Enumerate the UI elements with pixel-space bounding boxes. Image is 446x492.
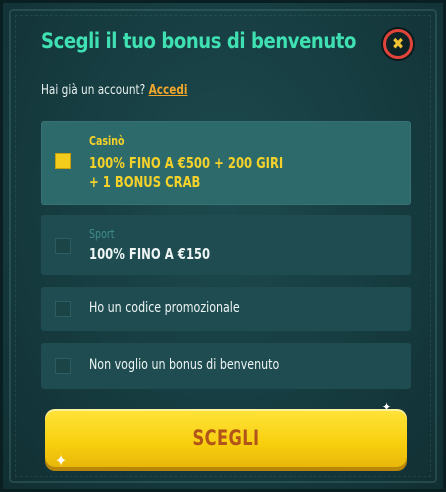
promo-code-checkbox[interactable] bbox=[55, 301, 71, 317]
no-bonus-checkbox[interactable] bbox=[55, 358, 71, 374]
casino-category-label: Casinò bbox=[89, 134, 125, 148]
choose-button[interactable]: SCEGLI bbox=[45, 409, 407, 467]
sparkle-icon: ✦ bbox=[55, 451, 68, 470]
option-no-bonus[interactable]: Non voglio un bonus di benvenuto bbox=[41, 343, 411, 389]
close-button[interactable]: ✖ bbox=[383, 29, 413, 59]
sport-category-label: Sport bbox=[89, 227, 115, 241]
close-icon: ✖ bbox=[391, 34, 405, 53]
casino-offer-line-2: + 1 BONUS CRAB bbox=[89, 173, 201, 191]
modal-title: Scegli il tuo bonus di benvenuto bbox=[41, 29, 356, 53]
login-prompt-row: Hai già un account? Accedi bbox=[41, 83, 188, 98]
casino-checkbox[interactable] bbox=[55, 153, 71, 169]
option-promo-code[interactable]: Ho un codice promozionale bbox=[41, 287, 411, 331]
sport-offer-text: 100% FINO A €150 bbox=[89, 245, 211, 263]
casino-offer-line-1: 100% FINO A €500 + 200 GIRI bbox=[89, 154, 284, 172]
login-prompt-text: Hai già un account? bbox=[41, 83, 146, 98]
sport-checkbox[interactable] bbox=[55, 238, 71, 254]
casino-offer-text: 100% FINO A €500 + 200 GIRI + 1 BONUS CR… bbox=[89, 154, 283, 192]
login-link[interactable]: Accedi bbox=[149, 83, 188, 98]
sparkle-icon: ✦ bbox=[382, 400, 392, 414]
bonus-modal: Scegli il tuo bonus di benvenuto ✖ Hai g… bbox=[0, 0, 446, 492]
no-bonus-label: Non voglio un bonus di benvenuto bbox=[89, 357, 280, 373]
option-casino[interactable]: Casinò 100% FINO A €500 + 200 GIRI + 1 B… bbox=[41, 121, 411, 205]
promo-code-label: Ho un codice promozionale bbox=[89, 300, 240, 316]
option-sport[interactable]: Sport 100% FINO A €150 bbox=[41, 215, 411, 275]
choose-button-label: SCEGLI bbox=[192, 426, 260, 450]
